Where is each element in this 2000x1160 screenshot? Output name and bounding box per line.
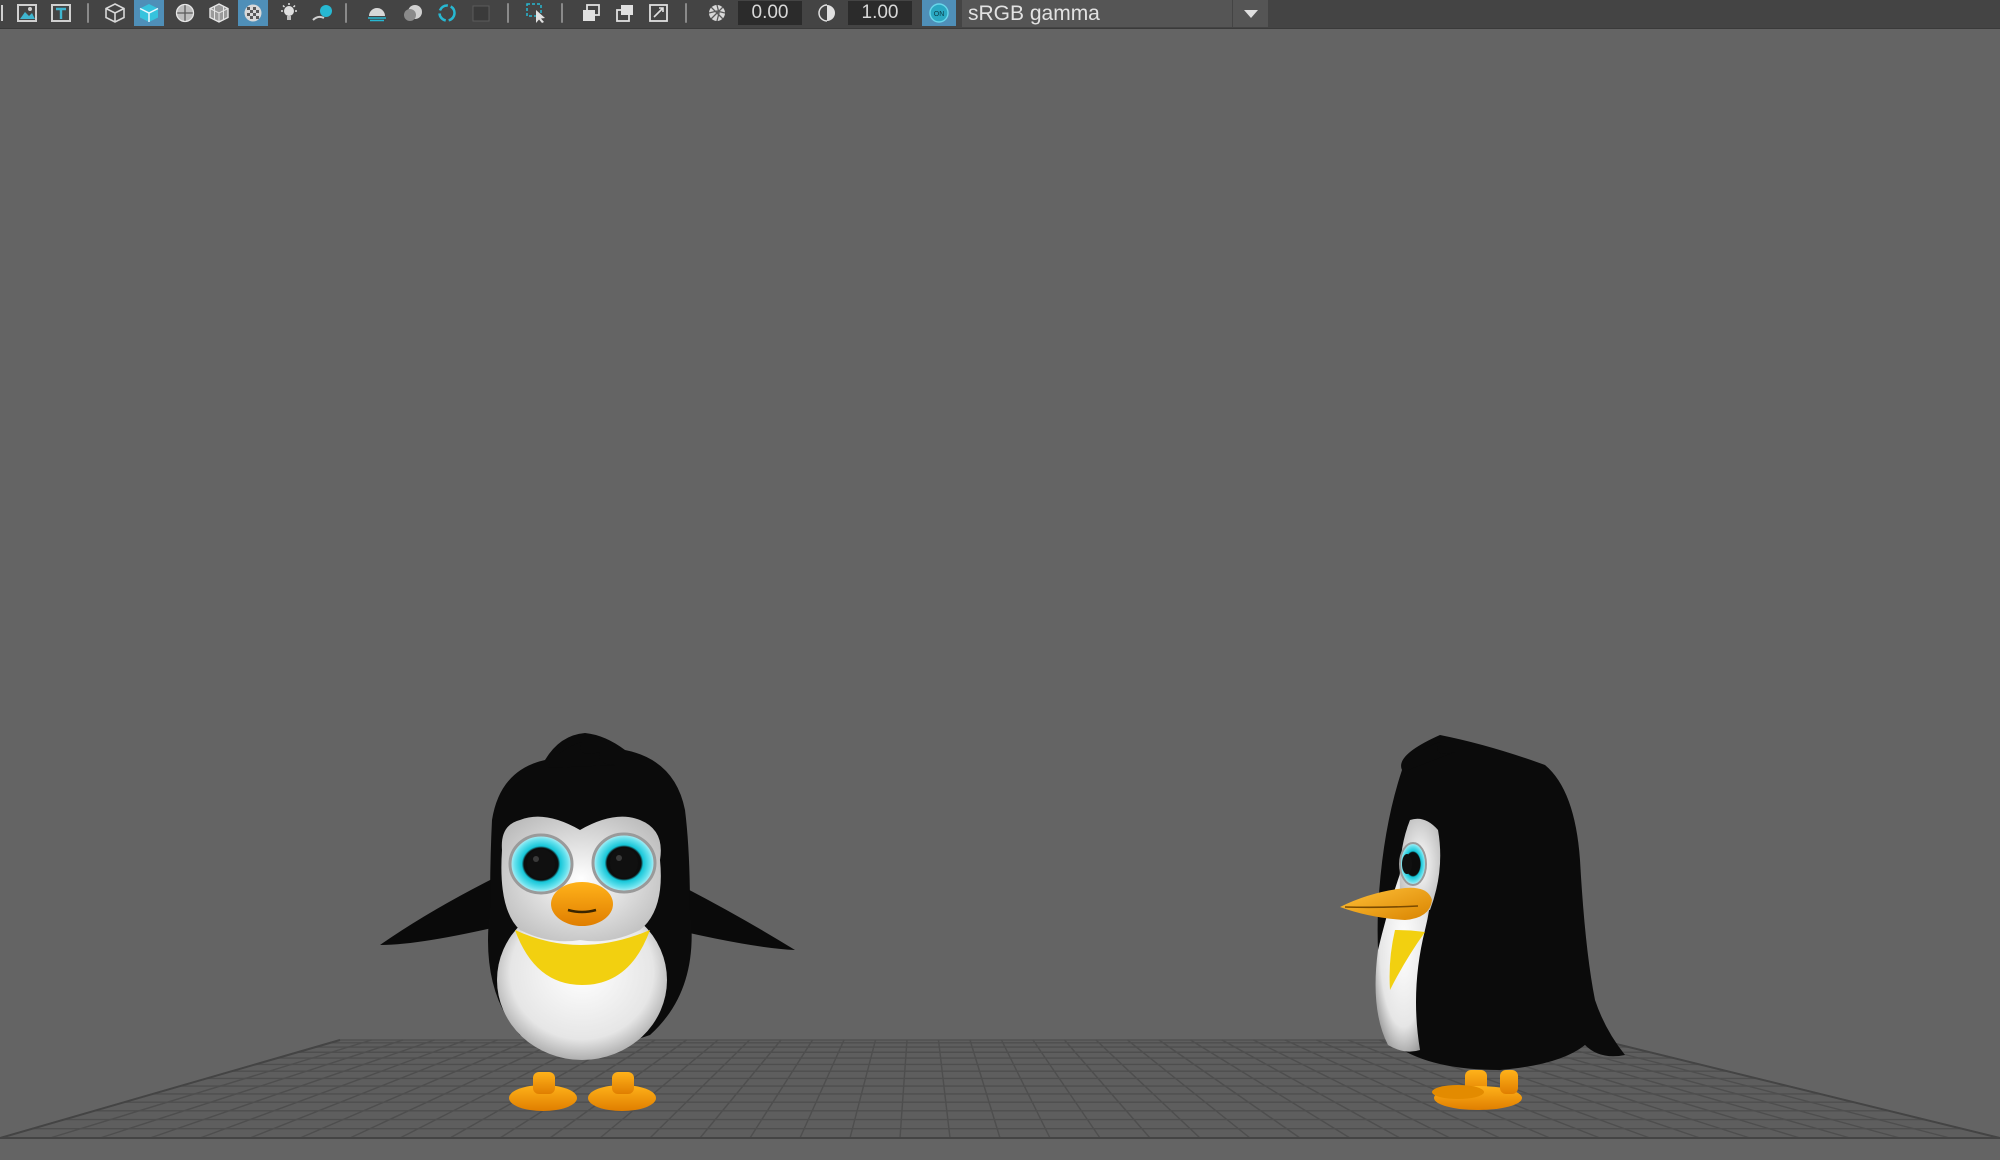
ground-grid [0, 1039, 2000, 1139]
color-management-icon[interactable]: ON [922, 0, 956, 26]
wireframe-cube-icon[interactable] [100, 0, 130, 26]
smooth-shade-cube-icon[interactable] [134, 0, 164, 26]
exposure-icon[interactable] [702, 0, 732, 26]
text-icon[interactable] [46, 0, 76, 26]
motion-blur-icon[interactable] [398, 0, 428, 26]
toolbar-edge-handle[interactable] [0, 0, 8, 26]
gamma-icon[interactable] [812, 0, 842, 26]
dropdown-arrow-icon[interactable] [1232, 0, 1268, 27]
toolbar-separator [506, 3, 510, 23]
penguin-front-beak [551, 882, 613, 926]
default-material-icon[interactable] [170, 0, 200, 26]
toolbar-separator [344, 3, 348, 23]
wireframe-on-shaded-icon[interactable] [204, 0, 234, 26]
color-management-badge-text: ON [934, 11, 945, 18]
toolbar-separator [560, 3, 564, 23]
screen-space-ao-icon[interactable] [362, 0, 392, 26]
xray-active-icon[interactable] [610, 0, 640, 26]
viewport-scene [0, 733, 2000, 1139]
penguin-side-beak [1340, 887, 1432, 920]
shadows-icon[interactable] [308, 0, 338, 26]
color-space-dropdown[interactable]: sRGB gamma [962, 0, 1268, 27]
penguin-front-left-flipper [380, 875, 505, 945]
color-space-value: sRGB gamma [968, 1, 1100, 25]
xray-icon[interactable] [238, 0, 268, 26]
viewport-toolbar: 0.00 1.00 ON sRGB gamma [0, 0, 2000, 29]
toolbar-separator [86, 3, 90, 23]
anti-aliasing-icon[interactable] [432, 0, 462, 26]
exposure-field[interactable]: 0.00 [738, 1, 802, 25]
gate-mask-icon[interactable] [644, 0, 674, 26]
depth-of-field-icon[interactable] [466, 0, 496, 26]
use-lights-icon[interactable] [274, 0, 304, 26]
isolate-select-icon[interactable] [522, 0, 552, 26]
gamma-field[interactable]: 1.00 [848, 1, 912, 25]
image-plane-icon[interactable] [12, 0, 42, 26]
3d-viewport[interactable] [0, 30, 2000, 1160]
xray-joints-icon[interactable] [576, 0, 606, 26]
toolbar-separator [684, 3, 688, 23]
